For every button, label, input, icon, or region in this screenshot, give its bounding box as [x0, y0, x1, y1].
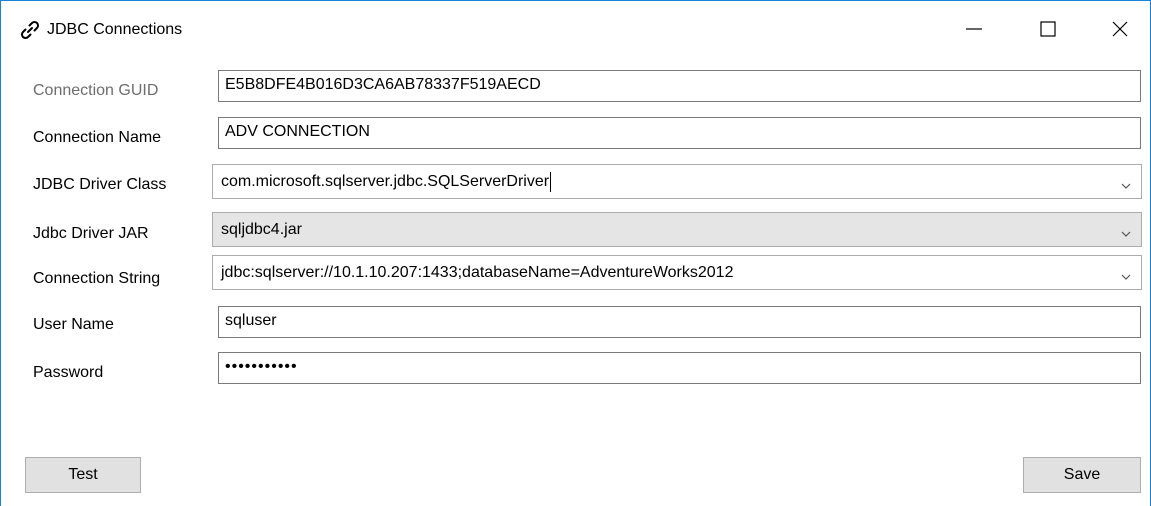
connection-name-label: Connection Name — [33, 129, 162, 146]
user-name-label: User Name — [33, 316, 114, 333]
chevron-down-icon[interactable] — [1121, 177, 1131, 189]
user-name-value: sqluser — [225, 312, 277, 329]
minimize-button[interactable] — [951, 9, 997, 49]
connection-guid-field[interactable]: E5B8DFE4B016D3CA6AB78337F519AECD — [218, 70, 1141, 102]
password-field[interactable]: ••••••••••• — [218, 352, 1141, 384]
jdbc-connections-window: JDBC Connections Connection GUID E5B8DFE… — [0, 0, 1151, 506]
driver-class-value: com.microsoft.sqlserver.jdbc.SQLServerDr… — [221, 173, 550, 190]
close-button[interactable] — [1097, 9, 1143, 49]
chevron-down-icon[interactable] — [1121, 225, 1131, 237]
driver-class-combo[interactable]: com.microsoft.sqlserver.jdbc.SQLServerDr… — [212, 164, 1142, 199]
driver-jar-value: sqljdbc4.jar — [221, 221, 302, 238]
connection-name-value: ADV CONNECTION — [225, 123, 370, 140]
password-label: Password — [33, 364, 104, 381]
connection-guid-label: Connection GUID — [33, 82, 159, 99]
user-name-field[interactable]: sqluser — [218, 306, 1141, 338]
connection-guid-value: E5B8DFE4B016D3CA6AB78337F519AECD — [225, 76, 541, 93]
title-bar[interactable]: JDBC Connections — [1, 1, 1150, 57]
connection-string-label: Connection String — [33, 270, 161, 287]
link-icon — [19, 19, 41, 41]
save-button[interactable]: Save — [1023, 457, 1141, 493]
password-value: ••••••••••• — [225, 358, 298, 375]
text-caret — [550, 172, 552, 192]
maximize-icon — [1040, 21, 1056, 37]
close-icon — [1112, 21, 1128, 37]
test-button[interactable]: Test — [25, 457, 141, 493]
chevron-down-icon[interactable] — [1121, 268, 1131, 280]
maximize-button[interactable] — [1025, 9, 1071, 49]
connection-string-combo[interactable]: jdbc:sqlserver://10.1.10.207:1433;databa… — [212, 255, 1142, 290]
driver-jar-combo[interactable]: sqljdbc4.jar — [212, 212, 1142, 247]
window-title: JDBC Connections — [47, 21, 183, 38]
driver-class-label: JDBC Driver Class — [33, 176, 167, 193]
connection-name-field[interactable]: ADV CONNECTION — [218, 117, 1141, 149]
minimize-icon — [966, 28, 982, 30]
connection-string-value: jdbc:sqlserver://10.1.10.207:1433;databa… — [221, 264, 734, 281]
driver-jar-label: Jdbc Driver JAR — [33, 225, 149, 242]
